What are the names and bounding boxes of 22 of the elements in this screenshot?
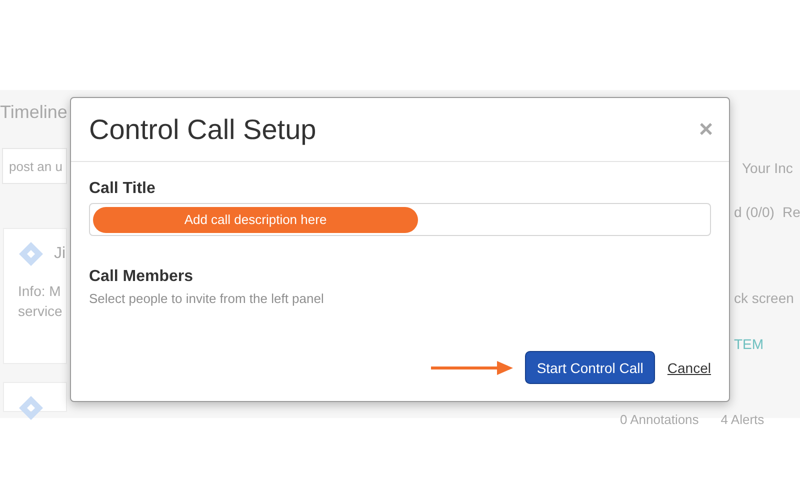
search-field[interactable]: post an u — [2, 148, 67, 184]
start-call-button[interactable]: Start Control Call — [524, 351, 656, 384]
card-text: Info: M — [18, 283, 62, 299]
tab[interactable]: d (0/0) — [734, 204, 774, 220]
diamond-icon — [18, 395, 44, 421]
hint-text: Select people to invite from the left panel — [89, 291, 325, 306]
tab[interactable]: Re — [782, 204, 800, 220]
tab[interactable]: Your Inc — [734, 160, 800, 176]
link[interactable]: TEM — [734, 336, 800, 352]
dialog-title: Control Call Setup — [89, 114, 316, 146]
section-label: Call Members — [89, 268, 194, 286]
field-label: Call Title — [89, 180, 156, 198]
input-field[interactable]: Add call description here — [89, 203, 711, 236]
cancel-link[interactable]: Cancel — [667, 360, 711, 376]
close-button[interactable]: × — [698, 116, 713, 144]
page-title: Timeline — [0, 102, 68, 122]
card-title: Ji — [54, 245, 66, 263]
footer-stat: 4 Alerts — [720, 412, 764, 427]
card-text: service — [18, 303, 64, 319]
footer-stat: 0 Annotations — [620, 412, 699, 427]
diamond-icon — [18, 241, 44, 267]
item-text: ck screen — [734, 290, 795, 306]
